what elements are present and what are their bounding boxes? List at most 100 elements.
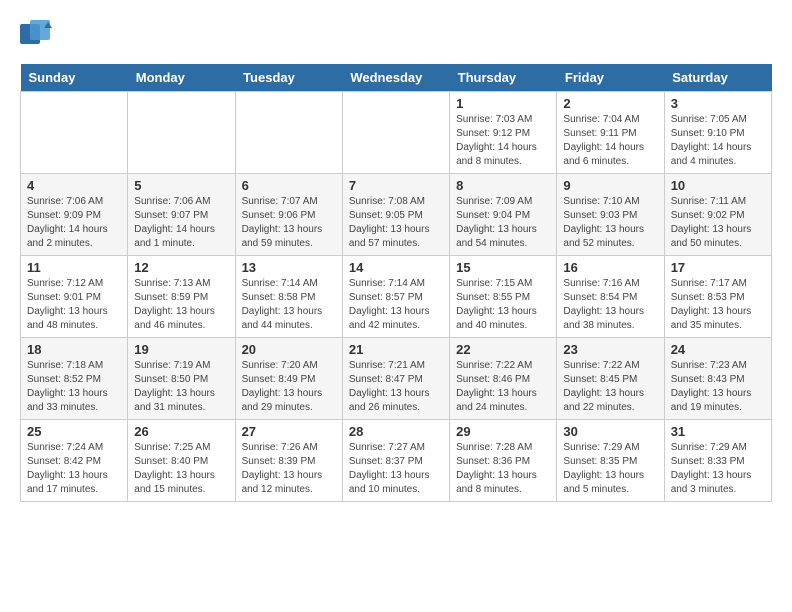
calendar-cell	[21, 92, 128, 174]
day-number: 20	[242, 342, 336, 357]
logo	[20, 20, 56, 48]
day-info: Sunrise: 7:10 AM Sunset: 9:03 PM Dayligh…	[563, 195, 657, 251]
day-info: Sunrise: 7:23 AM Sunset: 8:43 PM Dayligh…	[671, 359, 765, 415]
day-info: Sunrise: 7:07 AM Sunset: 9:06 PM Dayligh…	[242, 195, 336, 251]
day-info: Sunrise: 7:06 AM Sunset: 9:07 PM Dayligh…	[134, 195, 228, 251]
day-number: 6	[242, 178, 336, 193]
calendar-cell: 13 Sunrise: 7:14 AM Sunset: 8:58 PM Dayli…	[235, 256, 342, 338]
day-number: 1	[456, 96, 550, 111]
calendar-cell: 5 Sunrise: 7:06 AM Sunset: 9:07 PM Daylig…	[128, 174, 235, 256]
calendar-cell: 11 Sunrise: 7:12 AM Sunset: 9:01 PM Dayli…	[21, 256, 128, 338]
week-row-3: 11 Sunrise: 7:12 AM Sunset: 9:01 PM Dayli…	[21, 256, 772, 338]
day-info: Sunrise: 7:29 AM Sunset: 8:33 PM Dayligh…	[671, 441, 765, 497]
calendar-cell: 22Sunrise: 7:22 AM Sunset: 8:46 PM Dayli…	[450, 338, 557, 420]
day-number: 5	[134, 178, 228, 193]
day-number: 11	[27, 260, 121, 275]
day-info: Sunrise: 7:22 AM Sunset: 8:45 PM Dayligh…	[563, 359, 657, 415]
day-number: 24	[671, 342, 765, 357]
day-info: Sunrise: 7:28 AM Sunset: 8:36 PM Dayligh…	[456, 441, 550, 497]
calendar-cell: 14 Sunrise: 7:14 AM Sunset: 8:57 PM Dayli…	[342, 256, 449, 338]
day-info: Sunrise: 7:14 AM Sunset: 8:58 PM Dayligh…	[242, 277, 336, 333]
day-number: 21	[349, 342, 443, 357]
day-number: 28	[349, 424, 443, 439]
day-number: 17	[671, 260, 765, 275]
calendar-cell: 6 Sunrise: 7:07 AM Sunset: 9:06 PM Daylig…	[235, 174, 342, 256]
calendar-cell: 26 Sunrise: 7:25 AM Sunset: 8:40 PM Dayli…	[128, 420, 235, 502]
calendar-cell: 18 Sunrise: 7:18 AM Sunset: 8:52 PM Dayli…	[21, 338, 128, 420]
day-number: 2	[563, 96, 657, 111]
day-info: Sunrise: 7:19 AM Sunset: 8:50 PM Dayligh…	[134, 359, 228, 415]
day-info: Sunrise: 7:09 AM Sunset: 9:04 PM Dayligh…	[456, 195, 550, 251]
day-number: 23	[563, 342, 657, 357]
day-info: Sunrise: 7:05 AM Sunset: 9:10 PM Dayligh…	[671, 113, 765, 169]
weekday-header-wednesday: Wednesday	[342, 64, 449, 92]
weekday-header-saturday: Saturday	[664, 64, 771, 92]
day-info: Sunrise: 7:12 AM Sunset: 9:01 PM Dayligh…	[27, 277, 121, 333]
day-number: 15	[456, 260, 550, 275]
day-number: 8	[456, 178, 550, 193]
calendar-cell	[128, 92, 235, 174]
calendar-cell: 1 Sunrise: 7:03 AM Sunset: 9:12 PM Daylig…	[450, 92, 557, 174]
page-header	[20, 20, 772, 48]
week-row-4: 18 Sunrise: 7:18 AM Sunset: 8:52 PM Dayli…	[21, 338, 772, 420]
day-number: 25	[27, 424, 121, 439]
day-info: Sunrise: 7:17 AM Sunset: 8:53 PM Dayligh…	[671, 277, 765, 333]
weekday-header-sunday: Sunday	[21, 64, 128, 92]
day-number: 19	[134, 342, 228, 357]
day-number: 26	[134, 424, 228, 439]
day-number: 9	[563, 178, 657, 193]
day-info: Sunrise: 7:27 AM Sunset: 8:37 PM Dayligh…	[349, 441, 443, 497]
day-number: 12	[134, 260, 228, 275]
day-number: 3	[671, 96, 765, 111]
calendar-cell: 3 Sunrise: 7:05 AM Sunset: 9:10 PM Daylig…	[664, 92, 771, 174]
calendar-cell: 10 Sunrise: 7:11 AM Sunset: 9:02 PM Dayli…	[664, 174, 771, 256]
calendar-cell: 12 Sunrise: 7:13 AM Sunset: 8:59 PM Dayli…	[128, 256, 235, 338]
weekday-header-thursday: Thursday	[450, 64, 557, 92]
day-info: Sunrise: 7:08 AM Sunset: 9:05 PM Dayligh…	[349, 195, 443, 251]
day-number: 29	[456, 424, 550, 439]
day-info: Sunrise: 7:25 AM Sunset: 8:40 PM Dayligh…	[134, 441, 228, 497]
day-info: Sunrise: 7:03 AM Sunset: 9:12 PM Dayligh…	[456, 113, 550, 169]
weekday-header-tuesday: Tuesday	[235, 64, 342, 92]
calendar-cell: 16Sunrise: 7:16 AM Sunset: 8:54 PM Dayli…	[557, 256, 664, 338]
day-number: 14	[349, 260, 443, 275]
day-info: Sunrise: 7:06 AM Sunset: 9:09 PM Dayligh…	[27, 195, 121, 251]
day-info: Sunrise: 7:14 AM Sunset: 8:57 PM Dayligh…	[349, 277, 443, 333]
calendar-cell: 17 Sunrise: 7:17 AM Sunset: 8:53 PM Dayli…	[664, 256, 771, 338]
calendar-cell: 8 Sunrise: 7:09 AM Sunset: 9:04 PM Daylig…	[450, 174, 557, 256]
calendar-cell: 19 Sunrise: 7:19 AM Sunset: 8:50 PM Dayli…	[128, 338, 235, 420]
calendar-cell: 7 Sunrise: 7:08 AM Sunset: 9:05 PM Daylig…	[342, 174, 449, 256]
day-number: 4	[27, 178, 121, 193]
day-number: 13	[242, 260, 336, 275]
day-info: Sunrise: 7:11 AM Sunset: 9:02 PM Dayligh…	[671, 195, 765, 251]
calendar-cell: 27Sunrise: 7:26 AM Sunset: 8:39 PM Dayli…	[235, 420, 342, 502]
day-info: Sunrise: 7:04 AM Sunset: 9:11 PM Dayligh…	[563, 113, 657, 169]
calendar-cell: 23 Sunrise: 7:22 AM Sunset: 8:45 PM Dayli…	[557, 338, 664, 420]
day-number: 18	[27, 342, 121, 357]
week-row-2: 4 Sunrise: 7:06 AM Sunset: 9:09 PM Daylig…	[21, 174, 772, 256]
calendar-cell: 28 Sunrise: 7:27 AM Sunset: 8:37 PM Dayli…	[342, 420, 449, 502]
calendar-cell: 2 Sunrise: 7:04 AM Sunset: 9:11 PM Daylig…	[557, 92, 664, 174]
day-info: Sunrise: 7:21 AM Sunset: 8:47 PM Dayligh…	[349, 359, 443, 415]
day-number: 16	[563, 260, 657, 275]
calendar-cell: 29 Sunrise: 7:28 AM Sunset: 8:36 PM Dayli…	[450, 420, 557, 502]
weekday-header-friday: Friday	[557, 64, 664, 92]
calendar-cell	[342, 92, 449, 174]
day-info: Sunrise: 7:20 AM Sunset: 8:49 PM Dayligh…	[242, 359, 336, 415]
calendar-cell	[235, 92, 342, 174]
logo-icon	[20, 20, 52, 48]
calendar-table: SundayMondayTuesdayWednesdayThursdayFrid…	[20, 64, 772, 502]
weekday-header-row: SundayMondayTuesdayWednesdayThursdayFrid…	[21, 64, 772, 92]
calendar-cell: 31Sunrise: 7:29 AM Sunset: 8:33 PM Dayli…	[664, 420, 771, 502]
day-number: 7	[349, 178, 443, 193]
week-row-1: 1 Sunrise: 7:03 AM Sunset: 9:12 PM Daylig…	[21, 92, 772, 174]
day-info: Sunrise: 7:24 AM Sunset: 8:42 PM Dayligh…	[27, 441, 121, 497]
day-info: Sunrise: 7:18 AM Sunset: 8:52 PM Dayligh…	[27, 359, 121, 415]
day-info: Sunrise: 7:13 AM Sunset: 8:59 PM Dayligh…	[134, 277, 228, 333]
calendar-cell: 15 Sunrise: 7:15 AM Sunset: 8:55 PM Dayli…	[450, 256, 557, 338]
day-info: Sunrise: 7:15 AM Sunset: 8:55 PM Dayligh…	[456, 277, 550, 333]
calendar-cell: 4 Sunrise: 7:06 AM Sunset: 9:09 PM Daylig…	[21, 174, 128, 256]
day-number: 10	[671, 178, 765, 193]
calendar-cell: 25 Sunrise: 7:24 AM Sunset: 8:42 PM Dayli…	[21, 420, 128, 502]
day-number: 27	[242, 424, 336, 439]
